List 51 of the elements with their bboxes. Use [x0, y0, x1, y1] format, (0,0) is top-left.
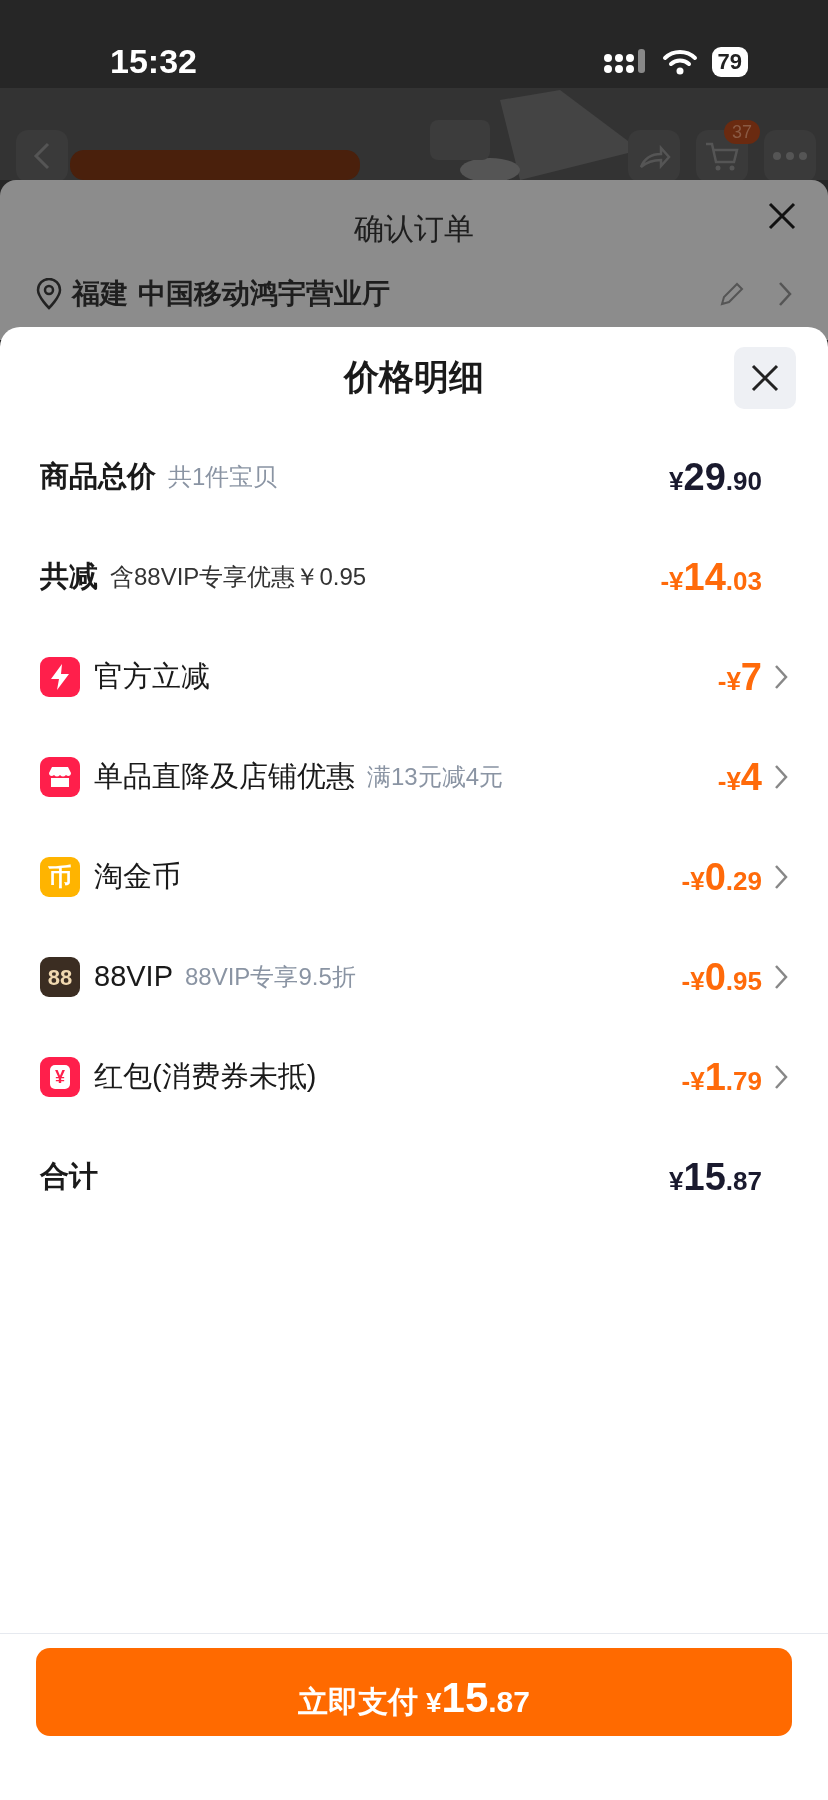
close-button[interactable]	[734, 347, 796, 409]
chevron-icon	[774, 964, 788, 990]
row-label: 商品总价	[40, 459, 156, 495]
chevron-icon	[774, 1064, 788, 1090]
amount: -¥14.03	[660, 554, 762, 600]
signal-icon	[603, 48, 648, 75]
battery-level: 79	[711, 46, 748, 77]
amount: -¥0.29	[681, 854, 762, 900]
row-label: 红包(消费券未抵)	[94, 1059, 317, 1095]
close-icon	[768, 202, 796, 230]
amount: ¥29.90	[669, 454, 762, 500]
share-button[interactable]	[628, 130, 680, 182]
coupon-icon: 88	[40, 957, 80, 997]
amount: -¥0.95	[681, 954, 762, 1000]
more-icon	[773, 152, 807, 160]
sheet-title: 价格明细	[344, 355, 484, 398]
row-label: 共减	[40, 559, 98, 595]
coupon-icon: 币	[40, 857, 80, 897]
sheet-title: 确认订单	[354, 212, 474, 245]
cart-icon	[704, 140, 740, 172]
status-time: 15:32	[110, 41, 197, 82]
close-button[interactable]	[768, 202, 796, 230]
chevron-icon	[774, 764, 788, 790]
amount: -¥4	[717, 754, 762, 800]
location-pin-icon	[36, 278, 62, 310]
amount: -¥1.79	[681, 1054, 762, 1100]
amount: ¥15.87	[669, 1154, 762, 1200]
back-button[interactable]	[16, 130, 68, 182]
chevron-icon	[778, 281, 792, 307]
row-label: 88VIP	[94, 959, 173, 995]
pay-button[interactable]: 立即支付 ¥15.87	[36, 1648, 792, 1736]
row-label: 合计	[40, 1159, 98, 1195]
chevron-icon	[774, 864, 788, 890]
row-label: 淘金币	[94, 859, 181, 895]
amount: -¥7	[717, 654, 762, 700]
row-label: 官方立减	[94, 659, 210, 695]
row-note: 含88VIP专享优惠￥0.95	[110, 562, 367, 592]
coupon-icon: ¥	[40, 1057, 80, 1097]
lightning-icon	[40, 657, 80, 697]
wifi-icon	[661, 48, 698, 75]
close-icon	[751, 364, 779, 392]
chevron-icon	[774, 664, 788, 690]
row-note: 88VIP专享9.5折	[185, 962, 356, 992]
row-note: 共1件宝贝	[168, 462, 278, 492]
shop-icon	[40, 757, 80, 797]
address-region: 福建	[72, 277, 128, 311]
row-note: 满13元减4元	[367, 762, 504, 792]
more-button[interactable]	[764, 130, 816, 182]
edit-icon	[718, 280, 746, 308]
address-text: 中国移动鸿宇营业厅	[138, 277, 390, 311]
row-label: 单品直降及店铺优惠	[94, 759, 355, 795]
